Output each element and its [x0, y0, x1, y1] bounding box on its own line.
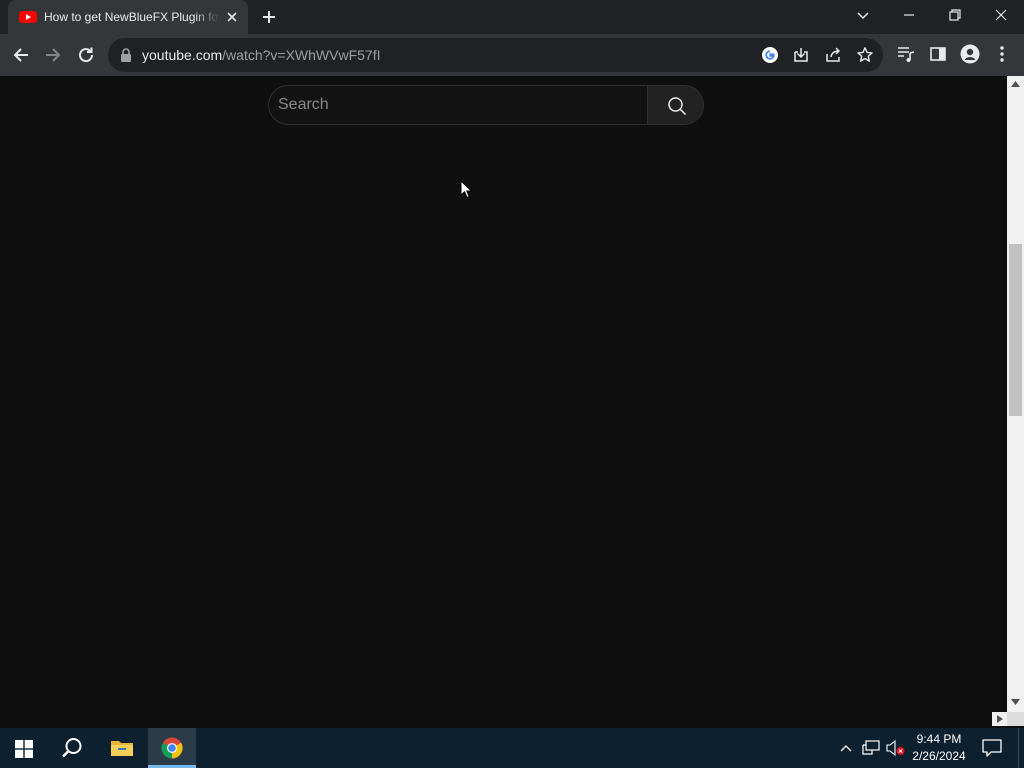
- taskbar-file-explorer[interactable]: [98, 728, 146, 768]
- url-text[interactable]: youtube.com/watch?v=XWhWVwF57fI: [142, 47, 381, 63]
- clock-time: 9:44 PM: [916, 732, 962, 746]
- tab-strip: How to get NewBlueFX Plugin for Vegas Pr…: [0, 0, 1024, 34]
- windows-logo-icon: [15, 740, 33, 758]
- star-icon[interactable]: [856, 46, 874, 64]
- scroll-right-arrow-icon[interactable]: [992, 712, 1007, 726]
- url-path: /watch?v=XWhWVwF57fI: [222, 47, 381, 63]
- volume-muted-icon[interactable]: [886, 740, 906, 756]
- browser-tab[interactable]: How to get NewBlueFX Plugin for Vegas Pr…: [8, 0, 248, 34]
- side-panel-icon[interactable]: [928, 44, 948, 64]
- taskbar-chrome[interactable]: [148, 728, 196, 768]
- close-window-icon[interactable]: [990, 4, 1012, 26]
- start-button[interactable]: [0, 728, 48, 768]
- vertical-scrollbar[interactable]: [1007, 76, 1024, 712]
- plus-icon[interactable]: [259, 7, 279, 27]
- close-icon[interactable]: [224, 9, 240, 25]
- install-icon[interactable]: [792, 46, 810, 64]
- network-icon[interactable]: [862, 740, 880, 756]
- show-desktop-button[interactable]: [1018, 728, 1019, 768]
- folder-icon: [111, 741, 133, 756]
- notification-icon[interactable]: [982, 739, 1002, 757]
- scrollbar-corner: [1007, 712, 1024, 726]
- scroll-up-arrow-icon[interactable]: [1011, 81, 1020, 87]
- taskbar: 9:44 PM 2/26/2024: [0, 728, 1024, 768]
- profile-icon[interactable]: [960, 44, 980, 64]
- horizontal-scrollbar[interactable]: [0, 712, 1007, 726]
- scroll-down-arrow-icon[interactable]: [1011, 699, 1020, 705]
- search-input[interactable]: [269, 86, 647, 124]
- google-icon[interactable]: [761, 46, 779, 64]
- arrow-left-icon[interactable]: [10, 44, 32, 66]
- url-host: youtube.com: [142, 47, 223, 63]
- chrome-icon: [161, 737, 183, 759]
- chevron-down-icon[interactable]: [853, 5, 873, 25]
- mouse-cursor-icon: [460, 180, 474, 200]
- search-icon: [668, 97, 687, 116]
- chevron-up-icon[interactable]: [838, 740, 854, 756]
- scrollbar-thumb[interactable]: [1009, 244, 1022, 416]
- taskbar-search-button[interactable]: [48, 728, 96, 768]
- media-control-icon[interactable]: [896, 44, 916, 64]
- page-viewport: [0, 76, 1007, 712]
- clock-date: 2/26/2024: [912, 749, 966, 763]
- arrow-right-icon[interactable]: [42, 44, 64, 66]
- reload-icon[interactable]: [75, 44, 97, 66]
- restore-icon[interactable]: [944, 4, 966, 26]
- share-icon[interactable]: [824, 46, 842, 64]
- search-box[interactable]: [268, 85, 647, 125]
- more-vert-icon[interactable]: [994, 44, 1010, 64]
- youtube-favicon-icon: [19, 9, 37, 25]
- browser-toolbar: youtube.com/watch?v=XWhWVwF57fI: [0, 34, 1024, 76]
- clock[interactable]: 9:44 PM 2/26/2024: [905, 731, 973, 767]
- tab-title: How to get NewBlueFX Plugin for Vegas Pr…: [44, 10, 220, 24]
- minimize-icon[interactable]: [898, 4, 920, 26]
- lock-icon[interactable]: [120, 48, 132, 62]
- search-button[interactable]: [647, 85, 704, 125]
- search-icon: [62, 738, 82, 758]
- address-bar[interactable]: youtube.com/watch?v=XWhWVwF57fI: [108, 38, 883, 72]
